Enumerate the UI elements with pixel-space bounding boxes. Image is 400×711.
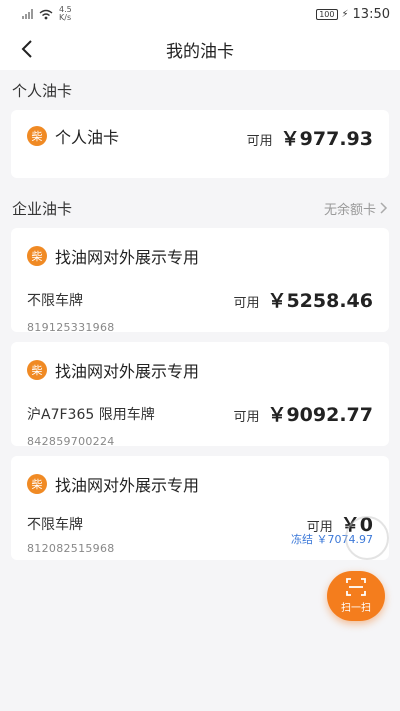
plate-restriction: 不限车牌 — [27, 517, 83, 533]
no-balance-cards-label: 无余额卡 — [323, 202, 376, 218]
enterprise-card[interactable]: 柴 找油网对外展示专用 不限车牌 可用 ￥5258.46 81912533196… — [11, 228, 389, 334]
personal-section-header: 个人油卡 — [0, 70, 400, 110]
nav-bar: 我的油卡 — [0, 28, 400, 70]
available-amount: ￥977.93 — [280, 128, 373, 150]
available-label: 可用 — [246, 134, 273, 149]
personal-section-title: 个人油卡 — [12, 81, 73, 100]
card-title-row: 柴 找油网对外展示专用 — [27, 468, 373, 496]
card-name: 个人油卡 — [55, 128, 120, 147]
enterprise-section-header: 企业油卡 无余额卡 — [0, 188, 400, 228]
balance: 可用 ￥977.93 — [247, 124, 373, 151]
no-balance-cards-link[interactable]: 无余额卡 — [324, 199, 388, 218]
personal-card[interactable]: 柴 个人油卡 可用 ￥977.93 — [11, 110, 389, 178]
card-title-row: 柴 找油网对外展示专用 — [27, 354, 373, 382]
status-bar: 4.5 K/s 100 ⚡ 13:50 — [0, 0, 400, 28]
card-name: 找油网对外展示专用 — [55, 476, 200, 495]
fuel-type-badge: 柴 — [27, 126, 47, 146]
wifi-icon — [39, 9, 53, 19]
signal-icon — [22, 9, 33, 19]
chevron-left-icon — [21, 40, 32, 58]
seal-stamp-icon — [345, 516, 389, 560]
fuel-type-badge: 柴 — [27, 474, 47, 494]
scan-button[interactable]: 扫一扫 — [327, 571, 385, 621]
speed-unit: K/s — [59, 13, 72, 22]
page-title: 我的油卡 — [166, 41, 234, 62]
card-number: 842859700224 — [27, 435, 115, 448]
back-button[interactable] — [14, 36, 40, 62]
card-name: 找油网对外展示专用 — [55, 248, 200, 267]
available-label: 可用 — [233, 296, 260, 311]
plate-restriction: 沪A7F365 限用车牌 — [27, 406, 155, 423]
enterprise-card[interactable]: 柴 找油网对外展示专用 沪A7F365 限用车牌 可用 ￥9092.77 842… — [11, 342, 389, 448]
frozen-label: 冻结 — [291, 533, 313, 546]
clock: 13:50 — [352, 6, 390, 22]
status-left: 4.5 K/s — [22, 6, 72, 22]
plate-restriction: 不限车牌 — [27, 292, 83, 309]
available-amount: ￥9092.77 — [267, 404, 373, 426]
scan-icon — [346, 578, 366, 596]
chevron-right-icon — [380, 202, 388, 214]
status-right: 100 ⚡ 13:50 — [316, 7, 390, 22]
enterprise-card[interactable]: 柴 找油网对外展示专用 不限车牌 812082515968 可用 ￥0 冻结 ￥… — [11, 456, 389, 560]
battery-icon: 100 — [316, 8, 338, 20]
scan-label: 扫一扫 — [341, 603, 371, 614]
card-title-row: 柴 找油网对外展示专用 — [27, 240, 373, 268]
enterprise-section-title: 企业油卡 — [12, 199, 73, 218]
balance: 可用 ￥5258.46 — [233, 286, 373, 313]
card-number: 819125331968 — [27, 321, 115, 334]
charging-icon: ⚡ — [341, 8, 349, 20]
plate-row: 不限车牌 可用 ￥5258.46 — [27, 286, 373, 313]
personal-card-title: 柴 个人油卡 — [27, 124, 119, 148]
card-name: 找油网对外展示专用 — [55, 362, 200, 381]
fuel-type-badge: 柴 — [27, 360, 47, 380]
available-amount: ￥5258.46 — [267, 290, 373, 312]
plate-row: 沪A7F365 限用车牌 可用 ￥9092.77 — [27, 400, 373, 427]
network-speed: 4.5 K/s — [59, 6, 72, 22]
available-label: 可用 — [233, 410, 260, 425]
balance: 可用 ￥9092.77 — [233, 400, 373, 427]
fuel-type-badge: 柴 — [27, 246, 47, 266]
